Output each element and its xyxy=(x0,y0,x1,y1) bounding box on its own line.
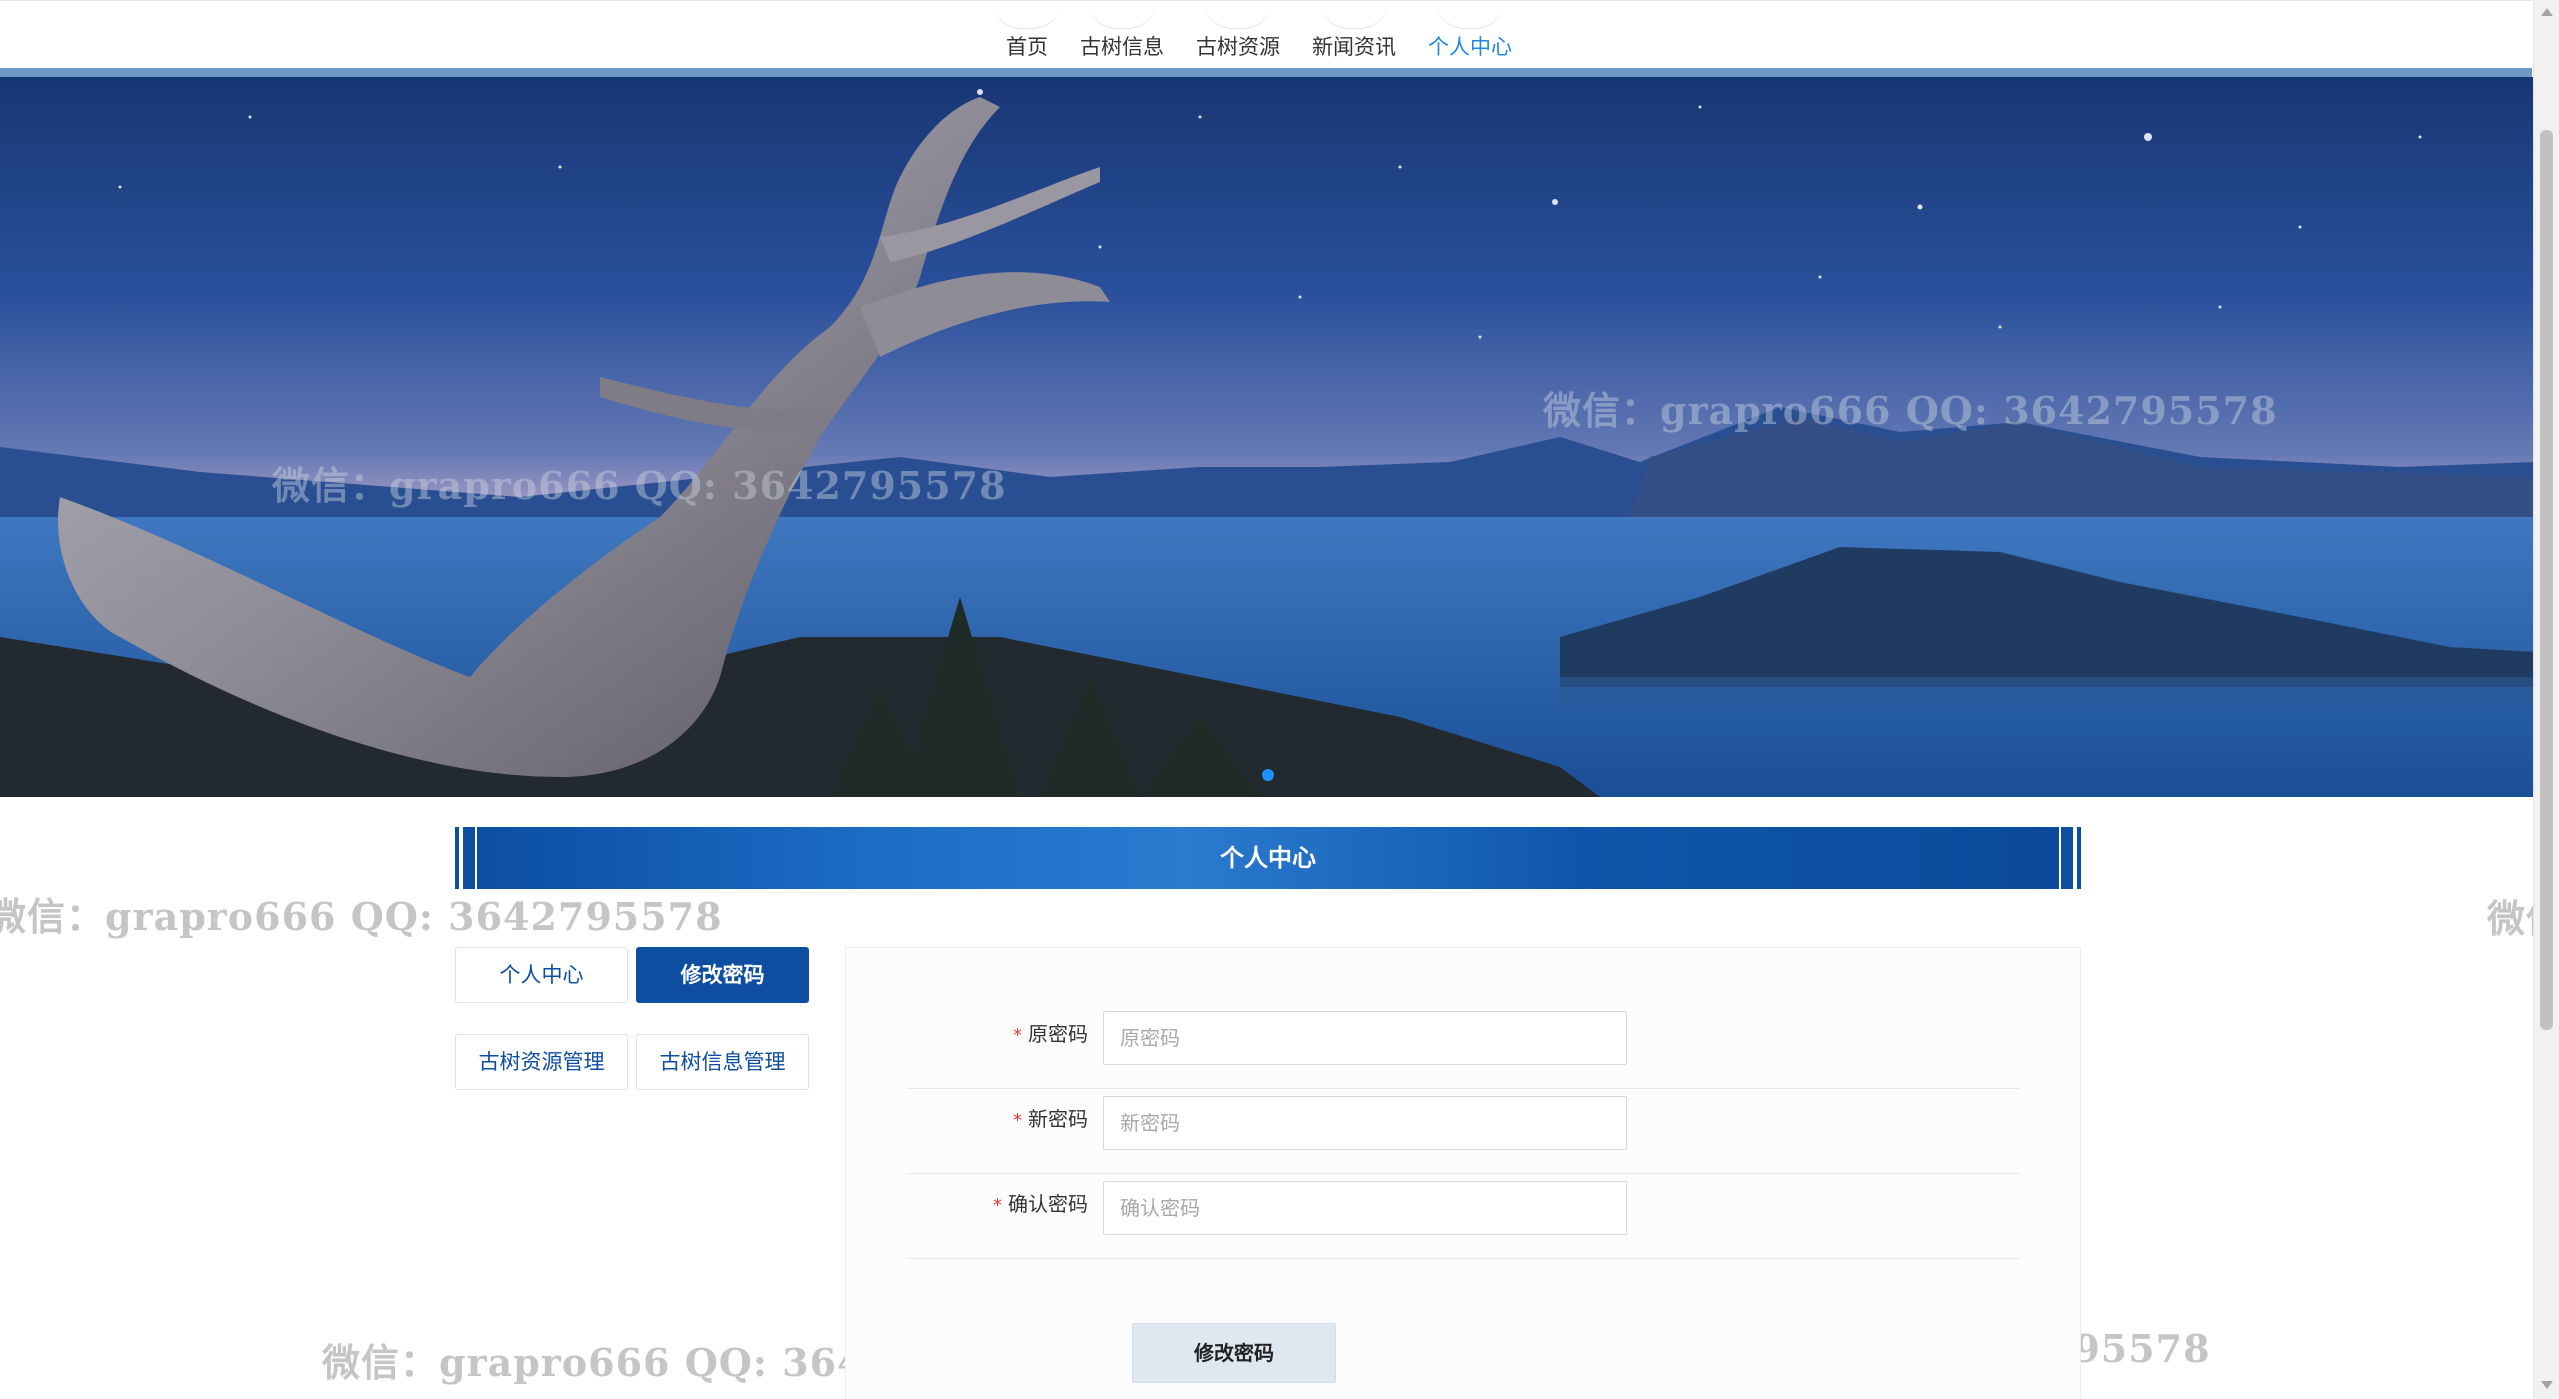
nav-item-label: 首页 xyxy=(1006,35,1048,59)
required-asterisk: * xyxy=(1013,1110,1022,1131)
change-password-form: * 原密码 * 新密码 * 确认密码 xyxy=(845,947,2081,1399)
nav-item-label: 新闻资讯 xyxy=(1312,35,1396,59)
field-label-text: 原密码 xyxy=(1028,1022,1088,1046)
nav-divider xyxy=(0,68,2532,77)
form-row-new-password: * 新密码 xyxy=(906,1089,2020,1174)
scroll-down-arrow-icon[interactable] xyxy=(2541,1381,2553,1389)
top-navigation-bar: 首页 古树信息 古树资源 新闻资讯 个人中心 xyxy=(0,0,2532,76)
new-password-label: * 新密码 xyxy=(1013,1089,1088,1149)
nav-item-label: 古树信息 xyxy=(1080,35,1164,59)
watermark-text: 微信：grapro666 QQ: 3642795578 xyxy=(0,894,723,939)
vertical-scrollbar[interactable] xyxy=(2533,0,2559,1399)
nav-arc-decoration xyxy=(1435,0,1505,29)
nav-arc-decoration xyxy=(992,0,1062,29)
form-row-confirm-password: * 确认密码 xyxy=(906,1174,2020,1259)
side-menu-personal-center[interactable]: 个人中心 xyxy=(455,947,628,1003)
nav-item-label: 古树资源 xyxy=(1196,35,1280,59)
nav-item-label: 个人中心 xyxy=(1428,35,1512,59)
confirm-password-label: * 确认密码 xyxy=(993,1174,1088,1234)
change-password-submit-button[interactable]: 修改密码 xyxy=(1132,1323,1336,1383)
old-password-label: * 原密码 xyxy=(1013,1004,1088,1064)
field-label-text: 新密码 xyxy=(1028,1107,1088,1131)
nav-item-tree-resources[interactable]: 古树资源 xyxy=(1180,19,1296,69)
confirm-password-input[interactable] xyxy=(1103,1181,1627,1235)
side-menu-change-password[interactable]: 修改密码 xyxy=(636,947,809,1003)
field-label-text: 确认密码 xyxy=(1008,1192,1088,1216)
nav-arc-decoration xyxy=(1087,0,1157,29)
required-asterisk: * xyxy=(993,1195,1002,1216)
banner-landscape-image xyxy=(0,77,2535,797)
side-menu-tree-resource-manage[interactable]: 古树资源管理 xyxy=(455,1034,628,1090)
nav-arc-decoration xyxy=(1319,0,1389,29)
nav-item-personal-center[interactable]: 个人中心 xyxy=(1412,19,1528,75)
nav-item-home[interactable]: 首页 xyxy=(990,19,1064,69)
scroll-up-arrow-icon[interactable] xyxy=(2541,8,2553,16)
section-title-bar: 个人中心 xyxy=(455,827,2081,889)
side-menu-tree-info-manage[interactable]: 古树信息管理 xyxy=(636,1034,809,1090)
scrollbar-thumb[interactable] xyxy=(2540,130,2553,1030)
section-title: 个人中心 xyxy=(1220,844,1316,872)
nav-item-tree-info[interactable]: 古树信息 xyxy=(1064,19,1180,69)
carousel-indicator-dot[interactable] xyxy=(1262,769,1274,781)
hero-banner xyxy=(0,77,2535,797)
form-row-old-password: * 原密码 xyxy=(906,1004,2020,1089)
nav-arc-decoration xyxy=(1203,0,1273,29)
new-password-input[interactable] xyxy=(1103,1096,1627,1150)
nav-item-news[interactable]: 新闻资讯 xyxy=(1296,19,1412,69)
required-asterisk: * xyxy=(1013,1025,1022,1046)
old-password-input[interactable] xyxy=(1103,1011,1627,1065)
nav-menu: 首页 古树信息 古树资源 新闻资讯 个人中心 xyxy=(990,19,1528,75)
